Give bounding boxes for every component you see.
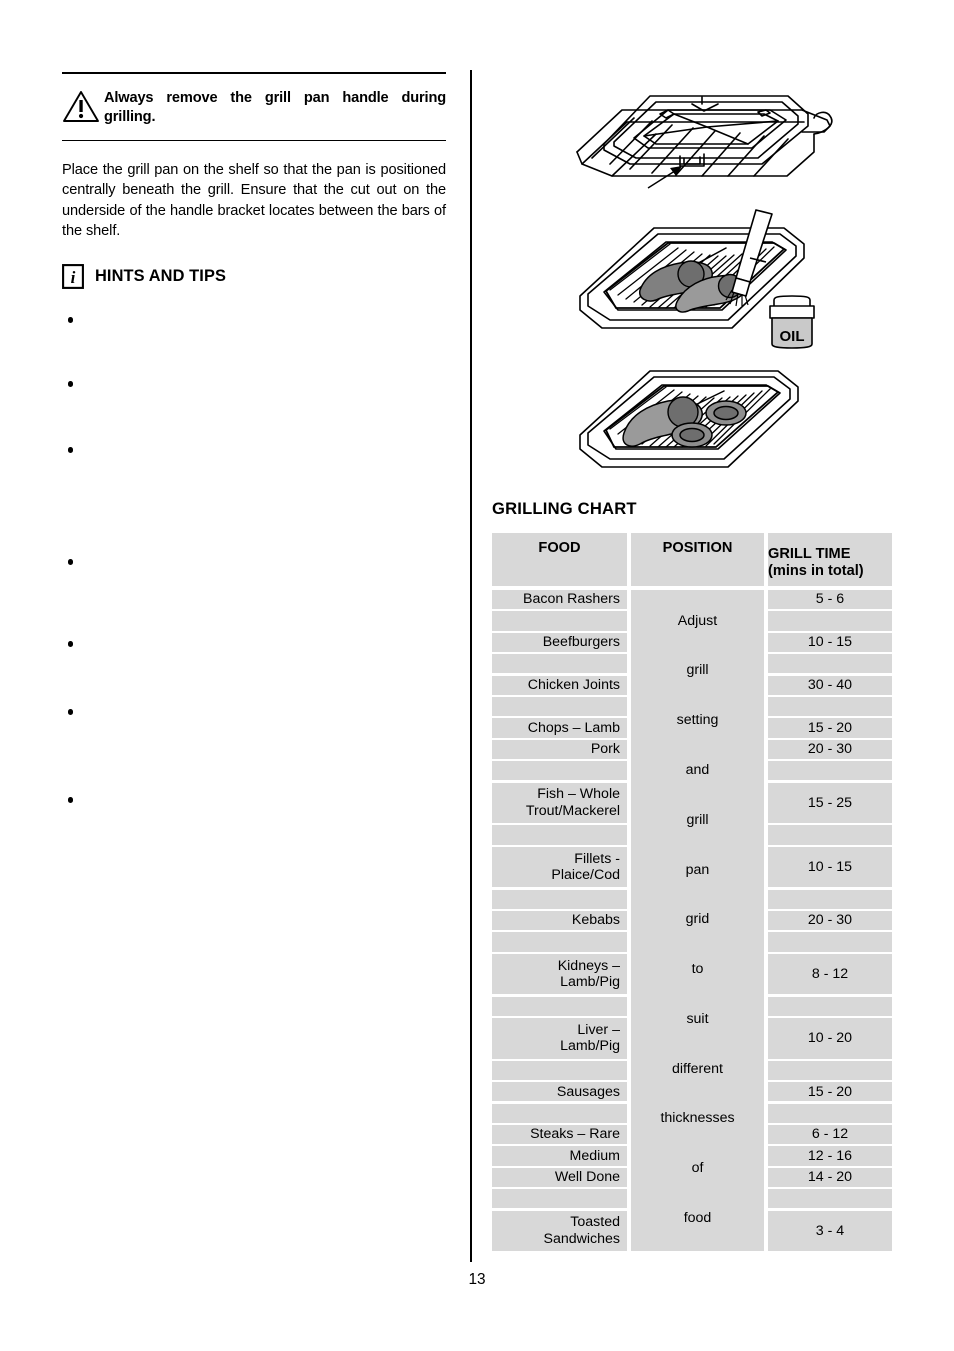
table-row-spacer [492, 697, 627, 717]
table-row-grill-time: 14 - 20 [768, 1167, 892, 1187]
position-word: food [683, 1210, 712, 1227]
table-row-spacer [492, 611, 627, 631]
document-page: Always remove the grill pan handle durin… [0, 0, 954, 1351]
table-row-spacer [492, 1103, 627, 1123]
table-row-food: Steaks – Rare [492, 1125, 627, 1145]
table-row-spacer [492, 889, 627, 909]
column-divider [470, 70, 472, 1262]
table-row-food: Chicken Joints [492, 675, 627, 695]
table-row-food: Fish – Whole Trout/Mackerel [492, 782, 627, 824]
table-row-grill-time: 10 - 20 [768, 1018, 892, 1059]
warning-triangle-icon [62, 88, 104, 128]
table-row-grill-time: 8 - 12 [768, 953, 892, 995]
table-row-grill-time: 20 - 30 [768, 739, 892, 759]
grill-pan-on-shelf-figure [552, 74, 842, 199]
column-header-food: FOOD [492, 533, 627, 586]
hints-and-tips-list [62, 311, 446, 831]
table-row-spacer [492, 996, 627, 1016]
table-row-spacer [768, 996, 892, 1016]
position-word: setting [676, 712, 719, 729]
warning-text: Always remove the grill pan handle durin… [104, 89, 446, 125]
table-row-grill-time: 15 - 20 [768, 718, 892, 738]
position-word: to [691, 961, 704, 978]
info-icon: i [62, 264, 84, 290]
list-item [62, 553, 446, 635]
position-word: and [685, 762, 710, 778]
table-row-grill-time: 5 - 6 [768, 590, 892, 610]
grilling-chart-grid: FOOD POSITION GRILL TIME (mins in total) Bac… [492, 533, 892, 1255]
table-row-spacer [768, 932, 892, 952]
table-row-spacer [492, 761, 627, 781]
column-header-grill-time: GRILL TIME (mins in total) [768, 533, 892, 586]
warning-block: Always remove the grill pan handle durin… [62, 74, 446, 140]
table-row-spacer [492, 1060, 627, 1080]
hints-and-tips-heading: i HINTS AND TIPS [62, 264, 446, 290]
table-row-food: Liver – Lamb/Pig [492, 1018, 627, 1059]
table-row-spacer [492, 932, 627, 952]
table-row-food: Bacon Rashers [492, 590, 627, 610]
table-row-food: Pork [492, 739, 627, 759]
table-row-spacer [768, 654, 892, 674]
right-column: OIL GRILLING CHART FOOD POSITION GRILL T… [492, 72, 892, 1255]
table-row-grill-time: 10 - 15 [768, 846, 892, 888]
page-number: 13 [468, 1271, 486, 1288]
table-row-food: Sausages [492, 1082, 627, 1102]
position-word: pan [685, 861, 710, 878]
position-word: grid [685, 911, 710, 928]
table-row-food: Beefburgers [492, 632, 627, 652]
hints-and-tips-title: HINTS AND TIPS [95, 267, 227, 286]
table-row-spacer [768, 1103, 892, 1123]
table-row-grill-time: 12 - 16 [768, 1146, 892, 1166]
table-row-food: Medium [492, 1146, 627, 1166]
grill-pan-with-oil-brush-figure: OIL [560, 200, 840, 357]
position-word: grill [686, 662, 709, 679]
illustrations: OIL [492, 72, 892, 497]
table-row-spacer [768, 1060, 892, 1080]
table-row-food: Kebabs [492, 911, 627, 931]
table-row-grill-time: 15 - 20 [768, 1082, 892, 1102]
table-row-spacer [768, 1189, 892, 1209]
position-word: thicknesses [660, 1110, 735, 1127]
table-row-spacer [492, 1189, 627, 1209]
table-row-spacer [768, 761, 892, 781]
instruction-paragraph: Place the grill pan on the shelf so that… [62, 162, 446, 240]
table-row-spacer [492, 654, 627, 674]
oil-jar-label: OIL [780, 328, 805, 345]
list-item [62, 703, 446, 791]
table-row-spacer [768, 825, 892, 845]
table-row-food: Toasted Sandwiches [492, 1210, 627, 1252]
list-item [62, 311, 446, 375]
rule-bottom [62, 139, 446, 142]
svg-text:i: i [71, 268, 76, 287]
list-item [62, 375, 446, 441]
position-column-block: Adjust grill setting and grill pan grid to suit d… [631, 590, 764, 1252]
table-row-grill-time: 3 - 4 [768, 1210, 892, 1252]
position-word: suit [686, 1010, 709, 1027]
table-row-spacer [768, 889, 892, 909]
table-row-spacer [492, 825, 627, 845]
table-row-grill-time: 30 - 40 [768, 675, 892, 695]
table-row-food: Kidneys – Lamb/Pig [492, 953, 627, 995]
list-item [62, 791, 446, 831]
list-item [62, 441, 446, 553]
table-row-spacer [768, 611, 892, 631]
grilling-chart-title: GRILLING CHART [492, 499, 637, 518]
position-word: of [691, 1160, 704, 1177]
table-row-grill-time: 6 - 12 [768, 1125, 892, 1145]
table-row-grill-time: 20 - 30 [768, 911, 892, 931]
table-row-food: Well Done [492, 1167, 627, 1187]
column-header-position: POSITION [631, 533, 764, 586]
table-row-food: Fillets - Plaice/Cod [492, 846, 627, 888]
left-column: Always remove the grill pan handle durin… [62, 72, 446, 831]
table-row-food: Chops – Lamb [492, 718, 627, 738]
position-word: Adjust [677, 612, 718, 629]
grilling-chart: FOOD POSITION GRILL TIME (mins in total) Bac… [492, 533, 892, 1255]
list-item [62, 635, 446, 703]
position-word: grill [686, 811, 709, 828]
position-word: different [671, 1060, 723, 1077]
table-row-grill-time: 10 - 15 [768, 632, 892, 652]
table-row-spacer [768, 697, 892, 717]
table-row-grill-time: 15 - 25 [768, 782, 892, 824]
grill-pan-with-food-figure [566, 357, 832, 487]
